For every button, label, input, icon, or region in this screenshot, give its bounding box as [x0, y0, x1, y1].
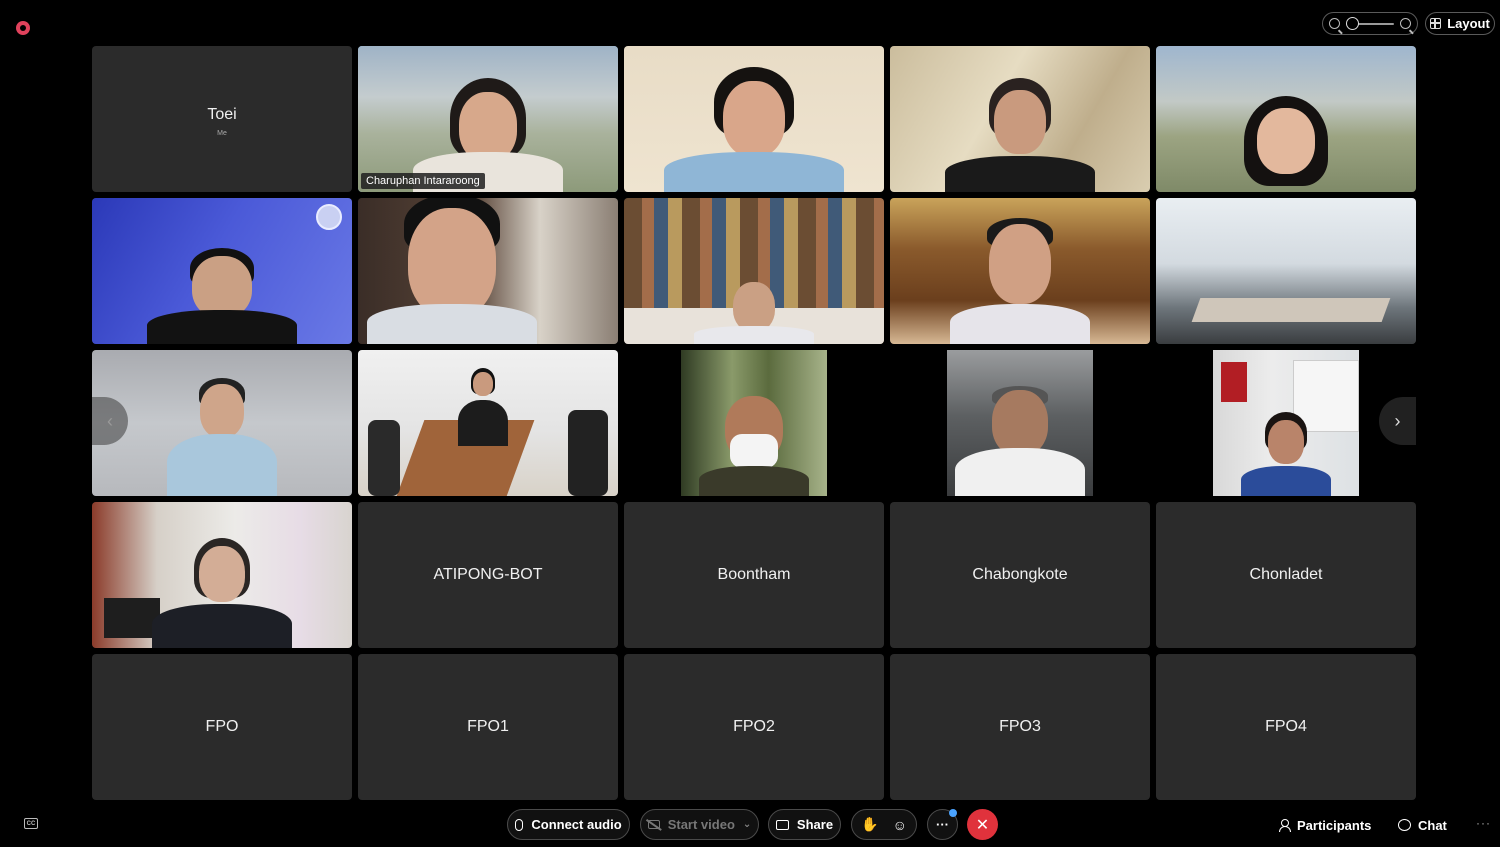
zoom-slider[interactable] — [1346, 16, 1394, 30]
participant-tile[interactable]: Chabongkote — [890, 502, 1150, 648]
layout-label: Layout — [1447, 16, 1490, 31]
connect-audio-label: Connect audio — [531, 817, 622, 832]
participant-tile[interactable] — [92, 350, 352, 496]
participant-tile[interactable] — [1156, 198, 1416, 344]
participants-icon — [1279, 818, 1291, 832]
participant-name: Chonladet — [1249, 566, 1323, 583]
camera-off-icon — [647, 820, 660, 829]
participant-name: ATIPONG-BOT — [433, 566, 543, 583]
zoom-slider-knob[interactable] — [1346, 16, 1359, 30]
participant-tile[interactable]: FPO2 — [624, 654, 884, 800]
participant-name: FPO1 — [467, 718, 509, 735]
chevron-right-icon: › — [1394, 410, 1401, 431]
share-button[interactable]: Share — [768, 809, 841, 840]
video-feed — [890, 46, 1150, 192]
participant-name-label: Charuphan Intararoong — [361, 173, 485, 189]
connect-audio-button[interactable]: Connect audio — [507, 809, 630, 840]
participant-tile-self[interactable]: Toei Me — [92, 46, 352, 192]
more-icon: ··· — [936, 817, 949, 832]
microphone-icon — [515, 818, 524, 831]
share-screen-icon — [775, 819, 789, 830]
participant-tile[interactable]: FPO3 — [890, 654, 1150, 800]
recording-icon[interactable] — [16, 21, 30, 35]
participant-tile[interactable] — [92, 502, 352, 648]
participant-name: FPO3 — [999, 718, 1041, 735]
participant-tile[interactable]: FPO — [92, 654, 352, 800]
participant-name: FPO4 — [1265, 718, 1307, 735]
participant-name: Boontham — [717, 566, 791, 583]
leave-meeting-button[interactable]: ✕ — [967, 809, 998, 840]
participant-tile[interactable]: Boontham — [624, 502, 884, 648]
participant-tile[interactable] — [358, 350, 618, 496]
video-feed — [681, 350, 827, 496]
participant-name: Chabongkote — [972, 566, 1068, 583]
chevron-down-icon[interactable]: ⌄ — [743, 819, 751, 830]
raise-hand-icon[interactable]: ✋ — [861, 816, 878, 833]
participants-button[interactable]: Participants — [1279, 814, 1371, 836]
side-more-button[interactable]: ··· — [1476, 816, 1491, 830]
participant-self-tag: Me — [217, 130, 227, 137]
captions-icon[interactable]: CC — [24, 818, 38, 829]
participant-tile[interactable]: Chonladet — [1156, 502, 1416, 648]
participant-tile[interactable] — [890, 46, 1150, 192]
start-video-button[interactable]: Start video ⌄ — [640, 809, 759, 840]
participant-tile[interactable]: FPO1 — [358, 654, 618, 800]
layout-button[interactable]: Layout — [1425, 12, 1495, 35]
participant-tile-active-speaker[interactable]: Charuphan Intararoong — [358, 46, 618, 192]
participant-tile[interactable] — [624, 46, 884, 192]
video-feed — [624, 46, 884, 192]
video-feed — [92, 198, 352, 344]
participant-tile[interactable] — [624, 350, 884, 496]
chat-icon — [1398, 819, 1411, 831]
video-feed — [358, 350, 618, 496]
zoom-out-icon[interactable] — [1329, 18, 1340, 29]
participant-name: FPO — [205, 718, 239, 735]
reactions-group: ✋ ☺ — [851, 809, 917, 840]
chat-button[interactable]: Chat — [1398, 814, 1447, 836]
chevron-left-icon: ‹ — [107, 410, 113, 431]
video-feed — [358, 198, 618, 344]
participant-tile[interactable] — [890, 198, 1150, 344]
grid-layout-icon — [1430, 18, 1442, 29]
close-icon: ✕ — [975, 816, 990, 834]
share-label: Share — [796, 817, 834, 832]
chat-label: Chat — [1418, 817, 1447, 833]
video-feed — [358, 46, 618, 192]
video-feed — [1156, 46, 1416, 192]
video-feed — [1213, 350, 1359, 496]
video-feed — [624, 198, 884, 344]
video-feed — [947, 350, 1093, 496]
video-grid: Toei Me Charuphan Intararoong ATIPONG-BO… — [92, 46, 1416, 800]
participant-tile[interactable] — [1156, 350, 1416, 496]
participant-name: Toei — [207, 106, 237, 123]
participant-tile[interactable]: ATIPONG-BOT — [358, 502, 618, 648]
emoji-reaction-icon[interactable]: ☺ — [893, 817, 907, 833]
zoom-control[interactable] — [1322, 12, 1418, 35]
participant-name: FPO2 — [733, 718, 775, 735]
start-video-label: Start video — [667, 817, 735, 832]
participant-tile[interactable] — [92, 198, 352, 344]
participant-tile[interactable] — [890, 350, 1150, 496]
participant-tile[interactable]: FPO4 — [1156, 654, 1416, 800]
participant-tile[interactable] — [358, 198, 618, 344]
zoom-in-icon[interactable] — [1400, 18, 1411, 29]
participant-tile[interactable] — [1156, 46, 1416, 192]
video-feed — [92, 350, 352, 496]
video-feed — [890, 198, 1150, 344]
video-feed — [92, 502, 352, 648]
video-feed — [1156, 198, 1416, 344]
notification-badge — [949, 809, 957, 817]
participant-tile[interactable] — [624, 198, 884, 344]
participants-label: Participants — [1297, 817, 1372, 833]
